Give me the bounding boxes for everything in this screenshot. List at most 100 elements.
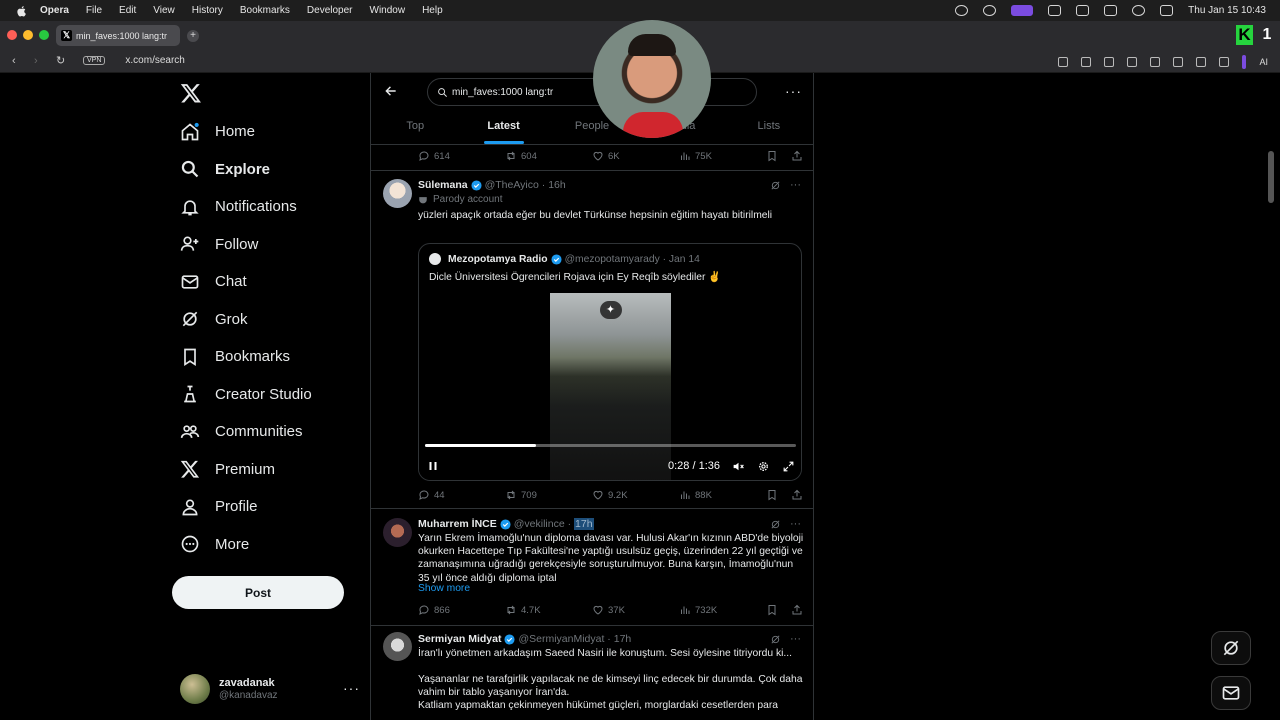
tweet-author-handle[interactable]: @vekilince — [514, 518, 565, 530]
tweet-more-icon[interactable]: ··· — [790, 633, 801, 645]
menu-history[interactable]: History — [192, 5, 223, 16]
show-more-link[interactable]: Show more — [418, 583, 470, 594]
account-more-icon[interactable]: ··· — [343, 680, 360, 696]
browser-tab[interactable]: 𝕏 min_faves:1000 lang:tr — [56, 25, 180, 46]
control-center-icon[interactable] — [1160, 5, 1174, 16]
status-icon-1[interactable] — [955, 5, 969, 16]
views-button[interactable]: 88K — [679, 489, 766, 501]
sidebar-item-more[interactable]: More — [180, 526, 312, 564]
menu-bookmarks[interactable]: Bookmarks — [240, 5, 290, 16]
menu-app-name[interactable]: Opera — [40, 5, 69, 16]
close-window-button[interactable] — [7, 30, 17, 40]
search-options-icon[interactable]: ··· — [785, 83, 802, 99]
sidebar-item-grok[interactable]: Grok — [180, 301, 312, 339]
tweet-more-icon[interactable]: ··· — [790, 518, 801, 530]
reply-button[interactable]: 614 — [418, 150, 505, 162]
grok-icon[interactable] — [770, 519, 781, 530]
video-player[interactable]: ✦ 0:28 / 1:36 — [419, 293, 801, 480]
avatar[interactable] — [383, 632, 412, 661]
tweet-card[interactable]: Sülemana @TheAyico · 16h ··· Parody acco… — [371, 171, 813, 509]
grok-icon[interactable] — [770, 634, 781, 645]
account-switcher[interactable]: zavadanak @kanadavaz ··· — [180, 674, 360, 704]
repost-button[interactable]: 4.7K — [505, 604, 592, 616]
bookmark-icon[interactable] — [766, 489, 778, 501]
mute-icon[interactable] — [732, 460, 745, 473]
tweet-author-handle[interactable]: @SermiyanMidyat — [518, 633, 604, 645]
sidebar-item-premium[interactable]: Premium — [180, 451, 312, 489]
profile-icon[interactable] — [1196, 57, 1207, 67]
tweet-more-icon[interactable]: ··· — [790, 179, 801, 191]
tweet-author-name[interactable]: Sülemana — [418, 179, 468, 191]
tab-latest[interactable]: Latest — [459, 111, 547, 145]
sidebar-item-profile[interactable]: Profile — [180, 488, 312, 526]
tweet-card[interactable]: Muharrem İNCE @vekilince · 17h ··· Yarın… — [371, 510, 813, 626]
views-button[interactable]: 75K — [679, 150, 766, 162]
tweet-timestamp[interactable]: 17h — [574, 518, 594, 530]
edit-icon[interactable] — [1058, 57, 1069, 67]
battery-icon[interactable] — [1104, 5, 1118, 16]
like-button[interactable]: 9.2K — [592, 489, 679, 501]
share-icon[interactable] — [791, 150, 803, 162]
bookmark-icon[interactable] — [766, 604, 778, 616]
settings-gear-icon[interactable] — [757, 460, 770, 473]
menu-developer[interactable]: Developer — [307, 5, 353, 16]
camera-icon[interactable] — [1081, 57, 1092, 67]
status-icon-3[interactable] — [1048, 5, 1062, 16]
tweet-author-name[interactable]: Muharrem İNCE — [418, 518, 497, 530]
sidebar-item-creator-studio[interactable]: Creator Studio — [180, 376, 312, 414]
reply-button[interactable]: 44 — [418, 489, 505, 501]
grok-float-button[interactable] — [1211, 631, 1251, 665]
sidebar-item-communities[interactable]: Communities — [180, 413, 312, 451]
avatar[interactable] — [383, 518, 412, 547]
focus-moon-icon[interactable] — [1132, 5, 1146, 16]
menu-file[interactable]: File — [86, 5, 102, 16]
sidebar-item-explore[interactable]: Explore — [180, 151, 312, 189]
bookmark-icon[interactable] — [766, 150, 778, 162]
tweet-card[interactable]: Sermiyan Midyat @SermiyanMidyat · 17h ··… — [371, 626, 813, 720]
url-field[interactable]: x.com/search — [125, 55, 184, 66]
reply-button[interactable]: 866 — [418, 604, 505, 616]
status-icon-4[interactable] — [1076, 5, 1090, 16]
share-icon[interactable] — [791, 604, 803, 616]
grok-icon[interactable] — [770, 180, 781, 191]
messages-float-button[interactable] — [1211, 676, 1251, 710]
back-icon[interactable]: ‹ — [12, 55, 22, 66]
tweet-author-name[interactable]: Sermiyan Midyat — [418, 633, 501, 645]
vpn-badge[interactable]: VPN — [83, 56, 106, 65]
views-button[interactable]: 732K — [679, 604, 766, 616]
video-progress-bar[interactable] — [425, 444, 796, 447]
x-logo-icon[interactable] — [180, 82, 202, 104]
share-icon[interactable] — [791, 489, 803, 501]
sidebar-item-chat[interactable]: Chat — [180, 263, 312, 301]
shield-icon[interactable] — [1104, 57, 1115, 67]
sidebar-item-home[interactable]: Home — [180, 113, 312, 151]
tweet-timestamp[interactable]: 17h — [614, 633, 632, 645]
zoom-window-button[interactable] — [39, 30, 49, 40]
back-arrow-icon[interactable] — [384, 84, 398, 98]
heart-icon[interactable] — [1150, 57, 1161, 67]
menu-view[interactable]: View — [153, 5, 175, 16]
pause-icon[interactable] — [427, 460, 439, 472]
menu-edit[interactable]: Edit — [119, 5, 136, 16]
ai-button[interactable]: AI — [1259, 57, 1268, 67]
tab-top[interactable]: Top — [371, 111, 459, 145]
menu-window[interactable]: Window — [370, 5, 406, 16]
like-button[interactable]: 37K — [592, 604, 679, 616]
new-tab-button[interactable]: + — [187, 30, 199, 42]
cube-icon[interactable] — [1219, 57, 1230, 67]
list-icon[interactable] — [1173, 57, 1184, 67]
sparkle-icon[interactable]: ✦ — [599, 301, 622, 319]
status-icon-2[interactable] — [983, 5, 997, 16]
tab-lists[interactable]: Lists — [725, 111, 813, 145]
screen-record-icon[interactable] — [1011, 5, 1034, 16]
post-button[interactable]: Post — [172, 576, 344, 609]
minimize-window-button[interactable] — [23, 30, 33, 40]
like-button[interactable]: 6K — [592, 150, 679, 162]
sidebar-item-follow[interactable]: Follow — [180, 226, 312, 264]
repost-button[interactable]: 709 — [505, 489, 592, 501]
menu-help[interactable]: Help — [422, 5, 443, 16]
tweet-timestamp[interactable]: 16h — [548, 179, 566, 191]
quoted-tweet[interactable]: Mezopotamya Radio @mezopotamyarady · Jan… — [418, 243, 802, 481]
forward-icon[interactable]: › — [34, 55, 44, 66]
avatar[interactable] — [383, 179, 412, 208]
